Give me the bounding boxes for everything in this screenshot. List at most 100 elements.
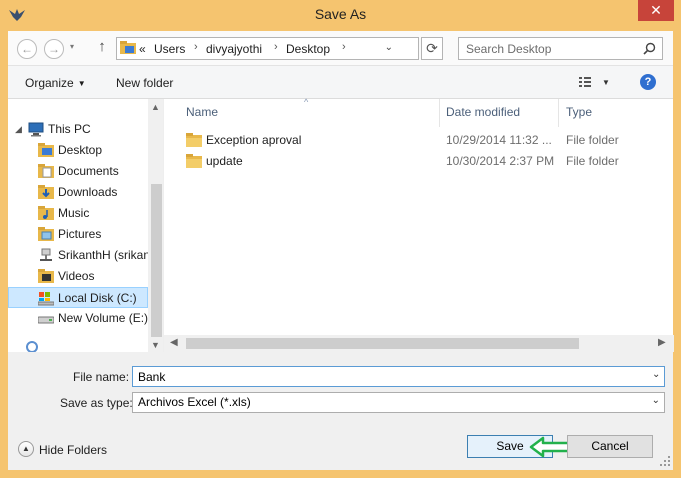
file-row[interactable]: update 10/30/2014 2:37 PM File folder [164, 151, 674, 172]
column-header-type[interactable]: Type [566, 105, 592, 119]
tree-label: New Volume (E:) [58, 311, 149, 325]
breadcrumb-chevron-icon[interactable]: › [274, 41, 278, 53]
tree-item-music[interactable]: Music [8, 203, 148, 224]
file-name-input[interactable] [132, 366, 665, 387]
search-icon[interactable] [643, 42, 656, 55]
breadcrumb-desktop[interactable]: Desktop [286, 42, 330, 56]
forward-button[interactable]: → [44, 39, 64, 59]
sort-ascending-icon: ^ [304, 97, 309, 107]
file-list: ^ Name Date modified Type Exception apro… [163, 97, 674, 352]
downloads-folder-icon [38, 185, 54, 199]
file-type: File folder [566, 133, 619, 147]
scrollbar-thumb[interactable] [151, 184, 162, 337]
scroll-left-icon[interactable]: ◀ [170, 337, 178, 348]
save-as-dialog: Save As ✕ ← → ▾ ↑ « Users › divyajyothi … [0, 0, 681, 478]
videos-folder-icon [38, 269, 54, 283]
column-divider[interactable] [439, 99, 440, 127]
help-icon[interactable]: ? [640, 74, 656, 90]
save-as-type-value: Archivos Excel (*.xls) [138, 395, 251, 409]
command-bar: Organize ▼ New folder ▼ ? [8, 65, 673, 99]
close-button[interactable]: ✕ [638, 0, 674, 21]
tree-label: Music [58, 206, 90, 220]
address-dropdown-icon[interactable]: ⌄ [385, 42, 393, 53]
dialog-body: ← → ▾ ↑ « Users › divyajyothi › Desktop … [8, 31, 674, 470]
network-user-icon [40, 248, 52, 261]
recent-locations-icon[interactable]: ▾ [70, 42, 74, 51]
local-disk-icon [38, 292, 54, 306]
tree-item-downloads[interactable]: Downloads [8, 182, 148, 203]
pictures-folder-icon [38, 227, 54, 241]
address-folder-icon [120, 41, 136, 54]
breadcrumb-chevron-icon[interactable]: › [342, 41, 346, 53]
search-box[interactable]: Search Desktop [458, 37, 663, 60]
file-name-dropdown-icon[interactable]: ⌄ [652, 369, 660, 380]
tree-item-this-pc[interactable]: ◢ This PC [8, 119, 148, 140]
window-title: Save As [314, 6, 367, 22]
navigation-pane: ◢ This PC Desktop Documents Downloads Mu… [8, 99, 163, 352]
navigation-pane-scrollbar[interactable]: ▲ ▼ [148, 99, 163, 352]
file-name: Exception aproval [206, 133, 302, 147]
tree-item-videos[interactable]: Videos [8, 266, 148, 287]
tree-label: SrikanthH (srikan [58, 248, 151, 262]
search-input[interactable]: Search Desktop [466, 42, 551, 56]
drive-icon [38, 316, 54, 324]
tree-item-network-user[interactable]: SrikanthH (srikan [8, 245, 151, 266]
scroll-right-icon[interactable]: ▶ [658, 337, 666, 348]
column-header-date[interactable]: Date modified [446, 105, 520, 119]
caret-down-icon: ▼ [77, 79, 86, 88]
tree-item-documents[interactable]: Documents [8, 161, 148, 182]
view-dropdown-icon[interactable]: ▼ [602, 78, 610, 87]
cancel-button[interactable]: Cancel [567, 435, 653, 458]
breadcrumb-overflow[interactable]: « [139, 42, 146, 56]
tree-label: Videos [58, 269, 95, 283]
computer-icon [28, 122, 44, 137]
music-folder-icon [38, 206, 54, 220]
tree-label: Desktop [58, 143, 103, 157]
folder-icon [186, 133, 202, 147]
breadcrumb-users[interactable]: Users [154, 42, 185, 56]
resize-grip-icon[interactable] [659, 455, 671, 467]
refresh-button[interactable]: ⟳ [421, 37, 443, 60]
tree-item-new-volume[interactable]: New Volume (E:) [8, 308, 148, 329]
tree-item-desktop[interactable]: Desktop [8, 140, 148, 161]
tree-item-local-disk[interactable]: Local Disk (C:) [8, 287, 148, 308]
network-icon [26, 341, 38, 352]
up-button[interactable]: ↑ [95, 38, 109, 56]
navigation-bar: ← → ▾ ↑ « Users › divyajyothi › Desktop … [8, 31, 673, 65]
tree-label: Pictures [58, 227, 102, 241]
file-row[interactable]: Exception aproval 10/29/2014 11:32 ... F… [164, 130, 674, 151]
file-type: File folder [566, 154, 619, 168]
scroll-down-icon[interactable]: ▼ [148, 340, 163, 350]
new-folder-button[interactable]: New folder [116, 76, 173, 90]
file-name-label: File name: [73, 370, 130, 384]
column-header-name[interactable]: Name [186, 105, 218, 119]
tree-label: Local Disk (C:) [58, 291, 137, 305]
column-divider[interactable] [558, 99, 559, 127]
breadcrumb-user[interactable]: divyajyothi [206, 42, 262, 56]
desktop-folder-icon [38, 143, 54, 157]
file-date: 10/29/2014 11:32 ... [446, 133, 552, 147]
back-button[interactable]: ← [17, 39, 37, 59]
file-date: 10/30/2014 2:37 PM [446, 154, 555, 168]
title-bar[interactable]: Save As ✕ [0, 0, 681, 32]
save-as-type-label: Save as type: [60, 396, 133, 410]
breadcrumb-chevron-icon[interactable]: › [194, 41, 198, 53]
address-bar[interactable]: « Users › divyajyothi › Desktop › ⌄ [116, 37, 419, 60]
collapse-arrow-icon[interactable]: ◢ [15, 124, 22, 135]
chevron-down-icon: ⌄ [651, 395, 660, 406]
scrollbar-thumb[interactable] [186, 338, 579, 349]
file-name: update [206, 154, 243, 168]
view-options-icon[interactable] [578, 75, 592, 89]
organize-label: Organize [25, 76, 74, 90]
tree-item-pictures[interactable]: Pictures [8, 224, 148, 245]
collapse-up-icon: ▲ [18, 441, 34, 457]
organize-button[interactable]: Organize ▼ [25, 76, 86, 90]
file-list-scrollbar[interactable]: ◀ ▶ [164, 335, 674, 352]
folder-icon [186, 154, 202, 168]
save-as-type-select[interactable]: Archivos Excel (*.xls) ⌄ [132, 392, 665, 413]
documents-folder-icon [38, 164, 54, 178]
hide-folders-label: Hide Folders [39, 443, 108, 457]
scroll-up-icon[interactable]: ▲ [148, 102, 163, 112]
tree-label: This PC [48, 122, 91, 136]
tree-label: Documents [58, 164, 119, 178]
